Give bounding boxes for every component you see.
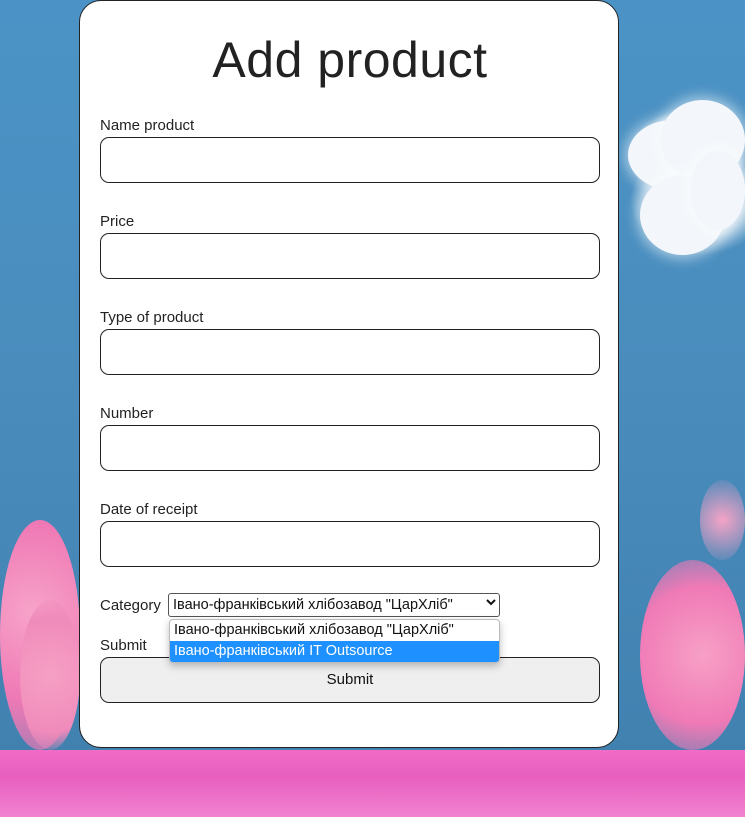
page-title: Add product: [212, 32, 488, 88]
price-input[interactable]: [100, 233, 600, 279]
category-option-highlighted[interactable]: Івано-франківський IT Outsource: [170, 641, 499, 662]
category-selected-value: Івано-франківський хлібозавод "ЦарХліб": [173, 597, 453, 613]
number-input[interactable]: [100, 425, 600, 471]
blossom-ground: [0, 750, 745, 817]
type-of-product-input[interactable]: [100, 329, 600, 375]
blossom: [700, 480, 745, 560]
category-option[interactable]: Івано-франківський хлібозавод "ЦарХліб": [170, 620, 499, 641]
category-label: Category: [100, 597, 161, 614]
submit-label: Submit: [100, 637, 147, 654]
chevron-down-icon: [486, 597, 496, 610]
number-label: Number: [100, 405, 154, 422]
price-label: Price: [100, 213, 135, 230]
blossom: [640, 560, 745, 750]
category-select[interactable]: Івано-франківський хлібозавод "ЦарХліб": [168, 593, 500, 617]
name-product-input[interactable]: [100, 137, 600, 183]
add-product-card: Add product Name product Price Type of p…: [79, 0, 619, 748]
cloud: [690, 150, 745, 230]
blossom: [20, 600, 80, 750]
type-of-product-label: Type of product: [100, 309, 204, 326]
date-of-receipt-input[interactable]: [100, 521, 600, 567]
category-dropdown-list: Івано-франківський хлібозавод "ЦарХліб" …: [169, 619, 500, 663]
date-of-receipt-label: Date of receipt: [100, 501, 198, 518]
submit-button[interactable]: Submit: [100, 657, 600, 703]
name-product-label: Name product: [100, 117, 195, 134]
